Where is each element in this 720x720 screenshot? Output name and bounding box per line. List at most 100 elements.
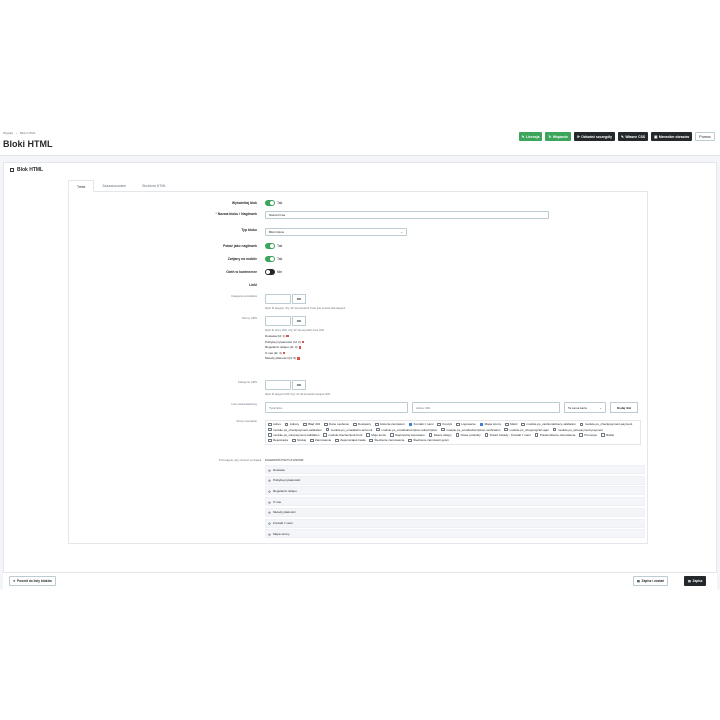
checkbox-icon[interactable]	[268, 438, 272, 443]
drag-handle-icon[interactable]: ✥	[268, 511, 271, 515]
special-page-checkbox[interactable]: Mapa strony	[479, 422, 501, 427]
tab-html-structure[interactable]: Struktura HTML	[134, 180, 174, 192]
drag-handle-icon[interactable]: ✥	[268, 469, 271, 473]
checkbox-icon[interactable]	[369, 438, 373, 443]
special-page-checkbox[interactable]: Moje konto	[366, 433, 386, 438]
checkbox-icon[interactable]	[428, 433, 433, 437]
drag-handle-icon[interactable]: ✥	[268, 533, 271, 537]
save-button[interactable]: ▤ Zapisz	[684, 576, 707, 586]
refresh-details-button[interactable]: ⟳ Odśwież szczegóły	[573, 132, 615, 141]
show-header-toggle[interactable]: Tak	[265, 243, 282, 249]
drag-handle-icon[interactable]: ✥	[268, 479, 271, 483]
license-button[interactable]: ✎ Licencja	[518, 132, 543, 141]
checkbox-icon[interactable]	[601, 433, 605, 437]
image-manager-button[interactable]: ▣ Menedżer obrazów	[651, 132, 693, 141]
trash-icon[interactable]	[282, 351, 286, 355]
drag-handle-icon[interactable]: ✥	[268, 522, 271, 526]
special-page-checkbox[interactable]: module-ps_emailsubscription-subscription	[376, 427, 437, 432]
checkbox-icon[interactable]	[437, 422, 441, 427]
special-page-checkbox[interactable]: module-ps_emailsubscription-verification	[441, 427, 500, 432]
trash-icon[interactable]	[286, 334, 289, 338]
checkbox-icon[interactable]	[284, 422, 289, 427]
checkbox-icon[interactable]	[521, 422, 525, 427]
special-page-checkbox[interactable]: Kontakt z nami	[408, 422, 433, 427]
cms-categories-ok-button[interactable]: OK	[292, 380, 306, 390]
reorder-item[interactable]: ✥ Metody płatności	[265, 507, 645, 517]
checkbox-icon[interactable]	[456, 422, 460, 427]
cms-pages-ok-button[interactable]: OK	[292, 316, 306, 326]
reorder-item[interactable]: ✥ Mapa strony	[265, 529, 645, 539]
toggle-switch[interactable]	[265, 269, 275, 275]
help-button[interactable]: Pomoc	[695, 132, 715, 141]
toggle-switch[interactable]	[265, 243, 275, 249]
tab-content[interactable]: Treść	[68, 180, 95, 192]
reorder-item[interactable]: ✥ O nas	[265, 497, 645, 507]
trash-icon[interactable]	[298, 346, 302, 349]
checkbox-icon[interactable]	[441, 427, 445, 432]
checkbox-icon[interactable]	[268, 433, 272, 437]
checkbox-icon[interactable]	[484, 433, 489, 437]
special-page-checkbox[interactable]: module-ps_wirepayment-payment	[552, 427, 603, 432]
special-page-checkbox[interactable]: Dostawcy	[353, 422, 371, 427]
special-page-checkbox[interactable]: Szukaj	[292, 438, 306, 443]
special-page-checkbox[interactable]: module-ps_cashondelivery-validation	[521, 422, 576, 427]
checkbox-icon[interactable]	[408, 438, 412, 443]
toggle-switch[interactable]	[265, 200, 275, 206]
link-url-input[interactable]: Adres URL	[412, 402, 560, 413]
special-page-checkbox[interactable]: Zamówienie	[310, 438, 331, 443]
checkbox-icon[interactable]	[534, 433, 539, 437]
special-page-checkbox[interactable]: Nowe produkty	[455, 433, 481, 438]
save-and-stay-button[interactable]: ▤ Zapisz i zostań	[633, 576, 669, 586]
checkbox-icon[interactable]	[366, 433, 370, 437]
checkbox-icon[interactable]	[505, 422, 509, 427]
checkbox-icon[interactable]	[268, 427, 272, 432]
tab-advanced[interactable]: Zaawansowane	[94, 180, 134, 192]
checkbox-icon[interactable]	[376, 427, 380, 432]
checkbox-icon[interactable]	[375, 422, 379, 427]
special-page-checkbox[interactable]: Koszyk	[437, 422, 452, 427]
breadcrumb-item[interactable]: Wygląd	[3, 131, 13, 135]
checkbox-icon[interactable]	[579, 433, 583, 437]
product-categories-ok-button[interactable]: OK	[292, 294, 306, 304]
checkbox-icon[interactable]	[292, 438, 296, 443]
checkbox-icon[interactable]	[268, 422, 272, 427]
in-container-toggle[interactable]: Nie	[265, 269, 282, 275]
block-name-input[interactable]: Nasza firma	[265, 211, 549, 219]
special-page-checkbox[interactable]: module-ps_shoppingcart-ajax	[504, 427, 549, 432]
collapse-mobile-toggle[interactable]: Tak	[265, 256, 282, 262]
checkbox-icon[interactable]	[310, 438, 314, 443]
drag-handle-icon[interactable]: ✥	[268, 501, 271, 505]
special-page-checkbox[interactable]: Błąd 404	[303, 422, 320, 427]
support-button[interactable]: ↻ Wsparcie	[545, 132, 571, 141]
special-page-checkbox[interactable]: Nasze sklepy	[428, 433, 452, 438]
checkbox-checked-icon[interactable]	[408, 422, 413, 427]
block-type-select[interactable]: Blok linków ⌄	[265, 228, 407, 236]
link-window-select[interactable]: Ta sama karta ⌄	[564, 402, 606, 413]
checkbox-icon[interactable]	[552, 427, 557, 432]
add-link-button[interactable]: Dodaj link	[610, 402, 638, 413]
special-page-checkbox[interactable]: Logowanie	[456, 422, 476, 427]
checkbox-icon[interactable]	[324, 422, 328, 427]
checkbox-icon[interactable]	[579, 422, 584, 427]
reorder-item[interactable]: ✥ Polityka prywatności	[265, 475, 645, 485]
special-page-checkbox[interactable]: module-ps_emailalerts-account	[325, 427, 372, 432]
toggle-switch[interactable]	[265, 256, 275, 262]
link-title-input[interactable]: Tytuł linku	[265, 402, 408, 413]
special-page-checkbox[interactable]: Potwierdzenie zamówienia	[534, 433, 575, 438]
checkbox-icon[interactable]	[504, 427, 508, 432]
checkbox-icon[interactable]	[335, 438, 339, 443]
trash-icon[interactable]	[297, 357, 300, 360]
drag-handle-icon[interactable]: ✥	[268, 490, 271, 494]
special-page-checkbox[interactable]: Rejestracja	[268, 438, 288, 443]
special-page-checkbox[interactable]: Dane osobowe	[324, 422, 349, 427]
cms-categories-input[interactable]	[265, 380, 291, 390]
special-page-checkbox[interactable]: Pokaż zasady - Kontakt z nami	[484, 433, 531, 438]
special-page-checkbox[interactable]: module-ps_checkpayment-validation	[268, 427, 322, 432]
breadcrumb-item[interactable]: Bloki HTML	[20, 131, 36, 135]
checkbox-icon[interactable]	[390, 433, 394, 437]
product-categories-input[interactable]	[265, 294, 291, 304]
special-page-checkbox[interactable]: Zapomniałeś hasła	[335, 438, 365, 443]
show-block-toggle[interactable]: Tak	[265, 200, 282, 206]
special-page-checkbox[interactable]: Śledzenie zamówienia	[369, 438, 404, 443]
reorder-item[interactable]: ✥ Regulamin sklepu	[265, 486, 645, 496]
